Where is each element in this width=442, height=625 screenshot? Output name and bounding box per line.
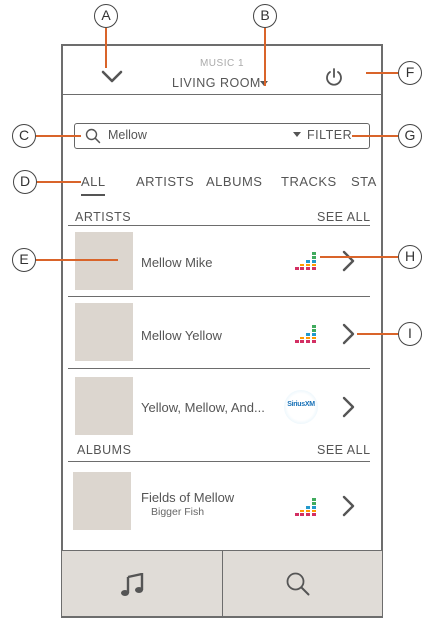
tab-artists[interactable]: ARTISTS <box>136 174 194 189</box>
power-button[interactable] <box>324 66 344 88</box>
tab-albums[interactable]: ALBUMS <box>206 174 262 189</box>
callout-f: F <box>398 61 422 85</box>
callout-line-g <box>352 135 398 137</box>
collapse-button[interactable] <box>100 68 124 86</box>
artist-thumbnail <box>75 232 133 290</box>
filter-label: FILTER <box>307 128 353 142</box>
artist-name: Yellow, Mellow, And... <box>141 400 265 415</box>
deezer-icon <box>295 252 316 270</box>
deezer-icon <box>295 498 316 516</box>
header-divider <box>62 94 382 95</box>
chevron-right-icon[interactable] <box>341 250 355 272</box>
bottom-nav-music-tab[interactable] <box>62 551 222 616</box>
music-note-icon <box>121 573 144 596</box>
list-item[interactable]: Yellow, Mellow, And... SiriusXM <box>68 369 370 439</box>
search-icon <box>286 572 310 596</box>
chevron-right-icon[interactable] <box>341 396 355 418</box>
callout-line-e <box>36 259 118 261</box>
deezer-icon <box>295 325 316 343</box>
artist-thumbnail <box>75 303 133 361</box>
callout-c: C <box>12 124 36 148</box>
search-bar[interactable]: Mellow FILTER <box>74 123 370 149</box>
list-item[interactable]: Mellow Mike <box>68 226 370 296</box>
source-label: MUSIC 1 <box>199 58 245 69</box>
room-label: LIVING ROOM <box>172 76 261 90</box>
callout-i: I <box>398 322 422 346</box>
siriusxm-logo-text: SiriusXM <box>287 401 315 408</box>
siriusxm-icon: SiriusXM <box>284 390 318 424</box>
callout-h: H <box>398 245 422 269</box>
callout-line-i <box>357 333 398 335</box>
callout-g: G <box>398 124 422 148</box>
artists-section-title: ARTISTS <box>75 210 132 224</box>
chevron-right-icon[interactable] <box>341 495 355 517</box>
artist-thumbnail <box>75 377 133 435</box>
callout-line-f <box>366 72 398 74</box>
albums-section-title: ALBUMS <box>77 443 132 457</box>
search-input[interactable]: Mellow <box>108 128 147 142</box>
list-item[interactable]: Fields of Mellow Bigger Fish <box>68 462 370 540</box>
tab-active-indicator <box>81 194 105 196</box>
callout-line-d <box>37 181 81 183</box>
list-item[interactable]: Mellow Yellow <box>68 297 370 367</box>
caret-down-icon <box>293 132 301 137</box>
search-icon <box>85 128 101 144</box>
tab-tracks[interactable]: TRACKS <box>281 174 337 189</box>
callout-a: A <box>94 4 118 28</box>
artists-see-all-link[interactable]: SEE ALL <box>317 210 371 224</box>
album-name: Fields of Mellow <box>141 490 235 505</box>
callout-line-a <box>105 28 107 68</box>
callout-line-c <box>36 135 81 137</box>
power-icon <box>326 68 342 86</box>
chevron-down-icon <box>101 70 123 83</box>
artist-name: Mellow Mike <box>141 255 213 270</box>
bottom-nav-search-tab[interactable] <box>223 551 382 616</box>
album-artist: Bigger Fish <box>151 506 205 518</box>
albums-see-all-link[interactable]: SEE ALL <box>317 443 371 457</box>
room-selector[interactable]: LIVING ROOM <box>172 76 272 92</box>
callout-d: D <box>13 170 37 194</box>
album-thumbnail <box>73 472 131 530</box>
chevron-right-icon[interactable] <box>341 323 355 345</box>
callout-line-b <box>264 28 266 86</box>
callout-e: E <box>12 248 36 272</box>
artist-name: Mellow Yellow <box>141 328 222 343</box>
callout-line-h <box>320 256 398 258</box>
tab-all[interactable]: ALL <box>81 174 106 189</box>
tab-stations[interactable]: STA <box>351 174 381 189</box>
callout-b: B <box>253 4 277 28</box>
